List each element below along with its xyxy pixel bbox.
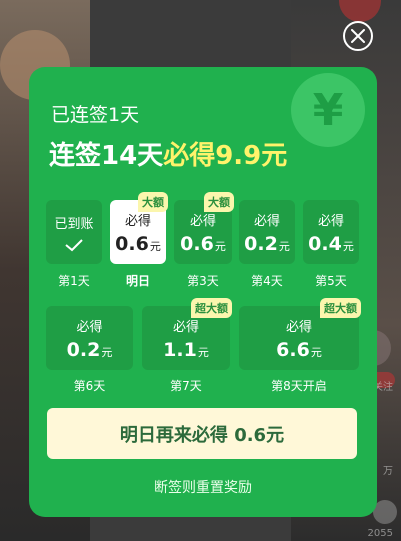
- day-status: 已到账: [54, 216, 94, 232]
- day-status: 必得: [172, 319, 199, 335]
- return-tomorrow-button[interactable]: 明日再来必得 0.6元: [47, 408, 357, 459]
- day-label: 明日: [125, 274, 150, 288]
- day-label: 第7天: [170, 379, 202, 393]
- day-label: 第1天: [58, 274, 90, 288]
- yuan-coin-icon: ¥: [291, 73, 365, 147]
- amount-unit: 元: [342, 239, 354, 253]
- amount-unit: 元: [149, 239, 161, 253]
- day-amount: 0.2元: [244, 233, 290, 255]
- amount-unit: 元: [197, 345, 209, 359]
- day-label: 第5天: [315, 274, 347, 288]
- streak-text: 已连签1天: [51, 104, 140, 126]
- headline-highlight: 必得9.9元: [163, 141, 288, 171]
- amount-value: 0.2: [66, 338, 101, 361]
- day-tile-8[interactable]: 必得 6.6元 超大额: [239, 298, 361, 370]
- amount-value: 0.4: [308, 232, 342, 255]
- close-icon: [351, 29, 365, 43]
- bonus-badge: 超大额: [191, 298, 232, 318]
- amount-unit: 元: [214, 239, 226, 253]
- close-button[interactable]: [343, 21, 373, 51]
- day-amount: 0.6元: [180, 233, 226, 255]
- amount-value: 0.6: [115, 232, 149, 255]
- amount-unit: 元: [101, 345, 113, 359]
- day-amount: 6.6元: [276, 339, 322, 361]
- amount-unit: 元: [278, 239, 290, 253]
- day-amount: 0.6元: [115, 233, 161, 255]
- bonus-badge: 超大额: [320, 298, 361, 318]
- day-status: 必得: [285, 319, 312, 335]
- bonus-badge: 大额: [204, 192, 234, 212]
- amount-unit: 元: [310, 345, 322, 359]
- day-label: 第3天: [187, 274, 219, 288]
- comment-count: 2055: [367, 528, 393, 539]
- reset-rule-note: 断签则重置奖励: [154, 480, 252, 496]
- day-tile-6[interactable]: 必得 0.2元: [46, 306, 133, 370]
- bonus-badge: 大额: [138, 192, 168, 212]
- day-status: 必得: [124, 213, 151, 229]
- day-label: 第8天开启: [271, 379, 327, 393]
- day-tile-2[interactable]: 必得 0.6元 大额: [110, 192, 168, 264]
- reward-headline: 连签14天必得9.9元: [49, 135, 287, 172]
- day-status: 必得: [253, 213, 280, 229]
- day-amount: 1.1元: [163, 339, 209, 361]
- day-label: 第6天: [73, 379, 106, 393]
- like-count: 万: [383, 466, 393, 477]
- day-status: 必得: [76, 319, 103, 335]
- day-tile-3[interactable]: 必得 0.6元 大额: [174, 192, 234, 264]
- day-status: 必得: [189, 213, 216, 229]
- day-tile-1[interactable]: 已到账: [46, 200, 102, 264]
- amount-value: 6.6: [276, 338, 310, 361]
- day-status: 必得: [317, 213, 344, 229]
- day-label: 第4天: [251, 274, 283, 288]
- checkmark-icon: [65, 238, 83, 251]
- day-amount: 0.2元: [67, 339, 113, 361]
- day-tile-5[interactable]: 必得 0.4元: [303, 200, 359, 264]
- amount-value: 0.6: [180, 232, 214, 255]
- checkin-popup: ¥ 已连签1天 连签14天必得9.9元 已到账 第1天 必得 0.6元 大额 明日 必得 0.…: [29, 67, 377, 517]
- amount-value: 1.1: [163, 338, 197, 361]
- amount-value: 0.2: [244, 232, 278, 255]
- day-amount: 0.4元: [308, 233, 354, 255]
- day-tile-7[interactable]: 必得 1.1元 超大额: [142, 298, 232, 370]
- day-tile-4[interactable]: 必得 0.2元: [239, 200, 295, 264]
- headline-prefix: 连签14天: [49, 141, 164, 171]
